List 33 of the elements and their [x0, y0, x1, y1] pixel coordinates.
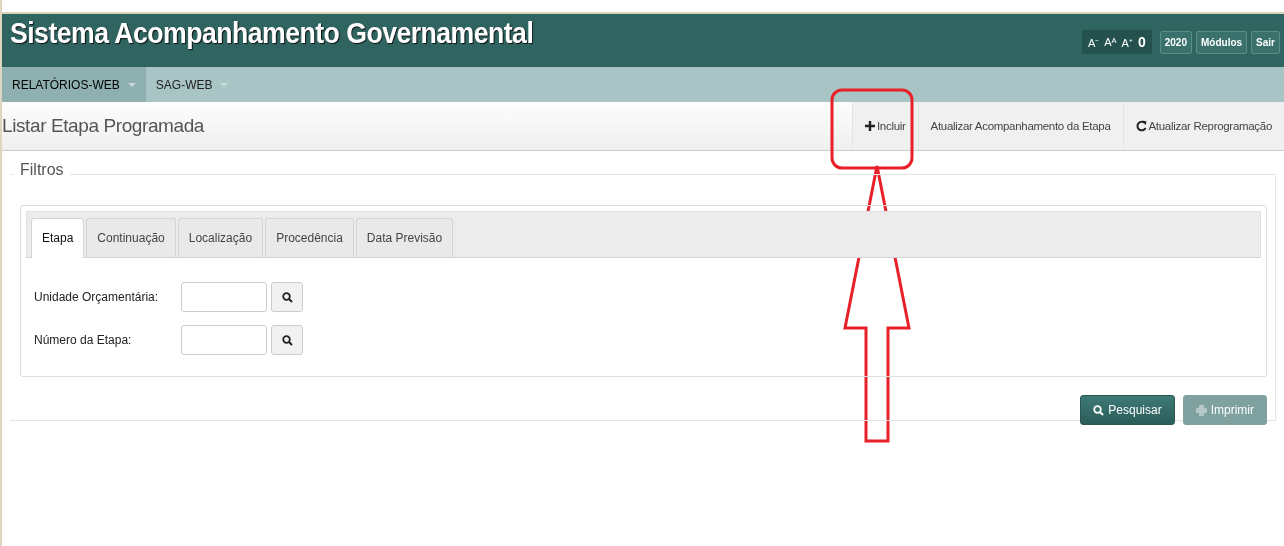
font-size-button[interactable]: Aᴬ	[1104, 32, 1117, 52]
tab[interactable]: Etapa	[31, 218, 85, 258]
search-button[interactable]	[271, 282, 303, 312]
font-size-button[interactable]: A⁺	[1121, 32, 1133, 52]
input-field[interactable]	[181, 282, 267, 312]
plus-icon	[864, 121, 875, 131]
nav-menu-item[interactable]: SAG-WEB	[145, 67, 239, 102]
caret-icon	[127, 82, 136, 87]
nav-menu-item[interactable]: RELATÓRIOS-WEB	[2, 67, 146, 102]
toolbar-button[interactable]: Atualizar Acompanhamento da Etapa	[917, 102, 1123, 150]
refresh-icon	[1135, 120, 1147, 132]
field-label: Número da Etapa:	[34, 333, 133, 347]
font-size-button[interactable]: 0	[1137, 32, 1146, 52]
tab[interactable]: Procedência	[265, 218, 354, 257]
tab[interactable]: Localização	[177, 218, 264, 257]
search-icon	[281, 334, 293, 346]
font-size-button[interactable]: A⁻	[1087, 32, 1100, 52]
tab[interactable]: Continuação	[86, 218, 176, 257]
toolbar-button[interactable]: Atualizar Reprogramação	[1122, 102, 1284, 150]
search-icon	[1093, 404, 1105, 416]
input-field[interactable]	[181, 325, 267, 355]
header-button[interactable]: Sair	[1251, 30, 1280, 54]
field-label: Unidade Orçamentária:	[34, 290, 160, 304]
caret-icon	[220, 82, 229, 87]
toolbar-button[interactable]: Incluir	[851, 102, 918, 150]
action-button[interactable]: Pesquisar	[1080, 395, 1175, 425]
app-title: Sistema Acompanhamento Governamental	[10, 17, 534, 50]
tab[interactable]: Data Previsão	[355, 218, 454, 257]
search-button[interactable]	[271, 325, 303, 355]
header-button[interactable]: 2020	[1159, 30, 1192, 54]
header-button[interactable]: Módulos	[1196, 30, 1248, 54]
search-icon	[281, 291, 293, 303]
page-title: Listar Etapa Programada	[2, 115, 205, 137]
